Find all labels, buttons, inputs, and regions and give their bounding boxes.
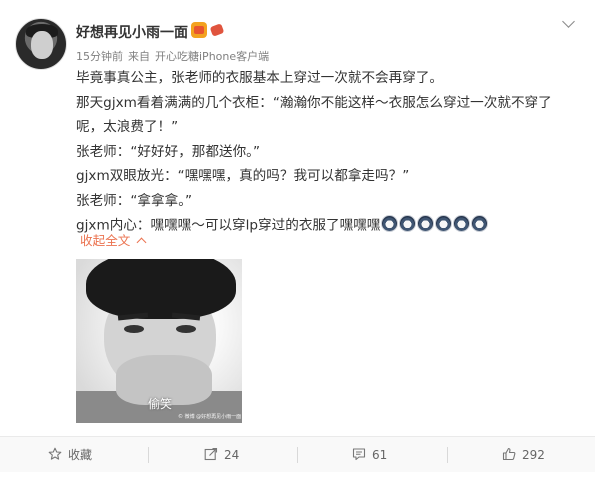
photo-caption: 偷笑: [148, 397, 173, 411]
thumbs-up-icon: [502, 447, 516, 461]
collapse-label: 收起全文: [80, 233, 131, 248]
forward-count: 24: [224, 448, 240, 462]
weibo-post-card: 好想再见小雨一面 15分钟前 来自 开心吃糖iPhone客户端 毕竟事真公主，张老师…: [0, 0, 595, 478]
comment-icon: [352, 448, 366, 461]
like-button[interactable]: 292: [502, 437, 545, 473]
action-bar: 收藏 24 61 292: [0, 436, 595, 472]
divider: [447, 447, 448, 463]
post-line: 毕竟事真公主，张老师的衣服基本上穿过一次就不会再穿了。: [76, 70, 444, 86]
avatar-face: [31, 31, 53, 59]
emoji-icon: [453, 215, 471, 232]
emoji-icon: [471, 215, 489, 232]
comment-count: 61: [372, 448, 388, 462]
post-line: 那天gjxm看着满满的几个衣柜：“瀚瀚你不能这样～衣服怎么穿过一次就不穿了呢，太…: [76, 94, 552, 136]
post-text: 毕竟事真公主，张老师的衣服基本上穿过一次就不会再穿了。 那天gjxm看着满满的几…: [76, 66, 576, 238]
post-time[interactable]: 15分钟前: [76, 50, 123, 63]
forward-button[interactable]: 24: [204, 437, 239, 473]
post-line-last: gjxm内心：嘿嘿嘿～可以穿lp穿过的衣服了嘿嘿嘿: [76, 213, 576, 238]
collapse-text-link[interactable]: 收起全文: [80, 230, 147, 249]
vip-badge-icon[interactable]: [191, 22, 207, 38]
emoji-icon: [435, 215, 453, 232]
divider: [148, 447, 149, 463]
photo-watermark: © 微博 @好想再见小雨一面: [178, 414, 242, 420]
divider: [297, 447, 298, 463]
photo-hair: [86, 259, 236, 319]
post-image[interactable]: 偷笑 © 微博 @好想再见小雨一面: [76, 259, 242, 423]
emoji-icon: [417, 215, 435, 232]
member-badge-icon[interactable]: [209, 22, 225, 38]
emoji-icon: [381, 215, 399, 232]
forward-icon: [204, 447, 218, 461]
chevron-up-icon: [136, 237, 147, 248]
username[interactable]: 好想再见小雨一面: [76, 22, 188, 42]
emoji-icon: [399, 215, 417, 232]
chevron-down-icon[interactable]: [561, 16, 577, 32]
emoji-group: [381, 213, 489, 238]
post-line: 张老师：“好好好，那都送你。”: [76, 143, 261, 160]
photo-eye: [176, 325, 196, 333]
source-prefix: 来自: [128, 50, 150, 63]
post-meta: 15分钟前 来自 开心吃糖iPhone客户端: [76, 48, 274, 64]
photo-eye: [124, 325, 144, 333]
like-count: 292: [522, 448, 545, 462]
favorite-label: 收藏: [68, 448, 93, 462]
user-avatar[interactable]: [15, 18, 67, 70]
post-source[interactable]: 开心吃糖iPhone客户端: [155, 50, 269, 63]
star-icon: [48, 447, 62, 460]
favorite-button[interactable]: 收藏: [48, 437, 92, 473]
post-line: 张老师：“拿拿拿。”: [76, 192, 193, 209]
comment-button[interactable]: 61: [352, 437, 387, 473]
post-line: gjxm双眼放光：“嘿嘿嘿，真的吗？我可以都拿走吗？”: [76, 168, 410, 184]
